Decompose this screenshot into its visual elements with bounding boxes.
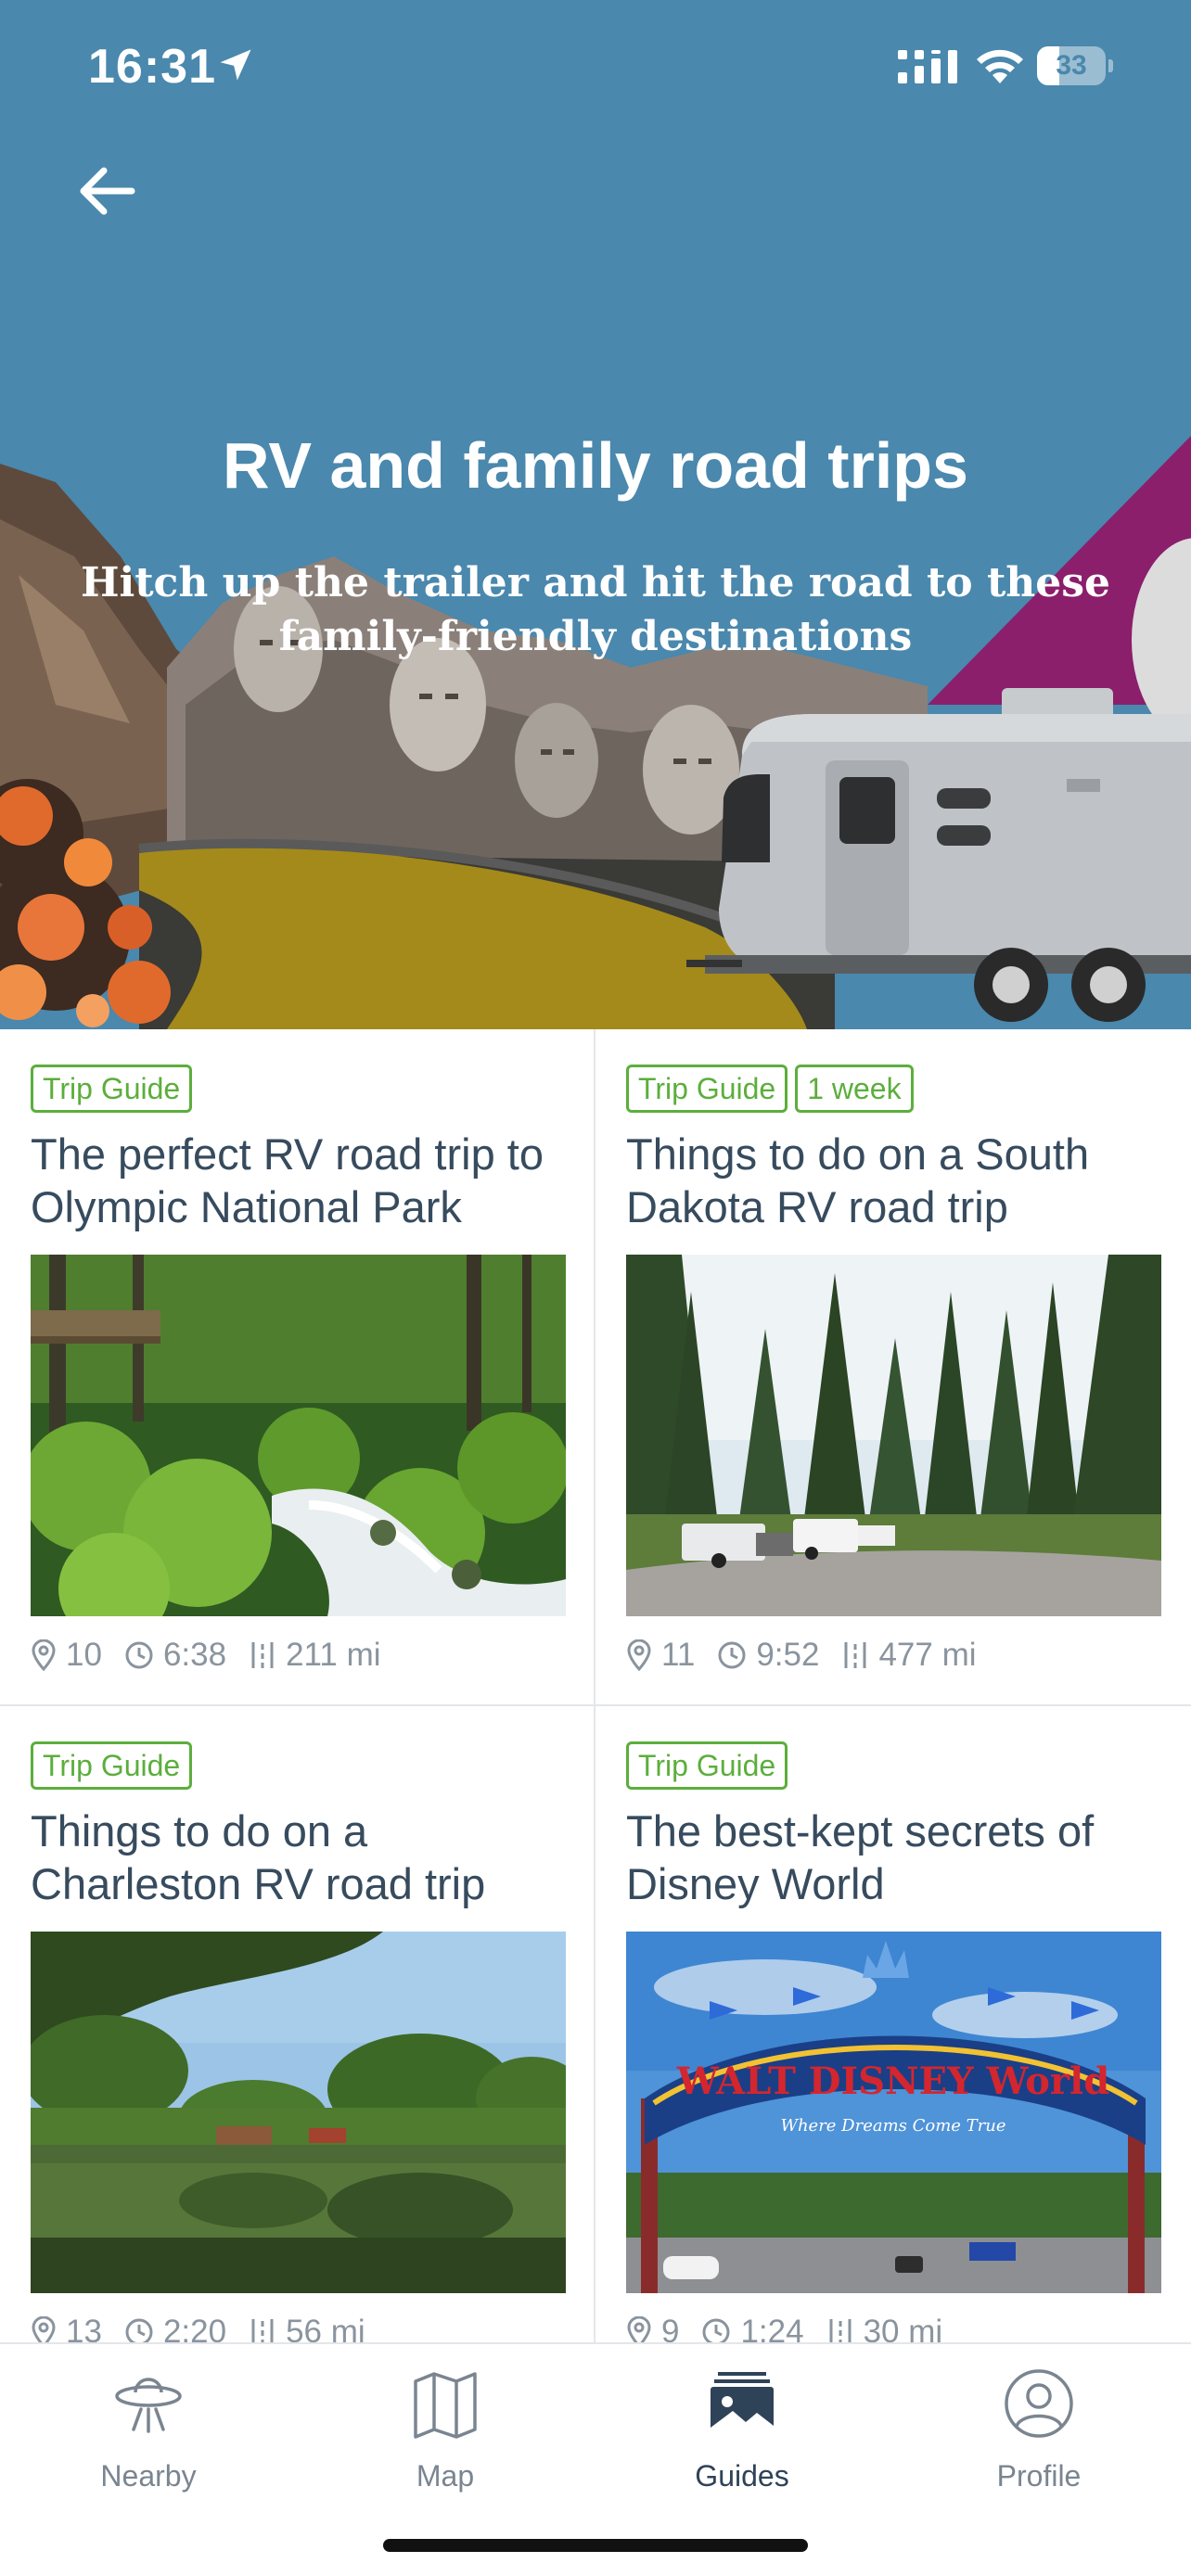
guide-card[interactable]: Trip Guide Things to do on a Charleston … [0, 1706, 596, 2344]
duration-value: 2:20 [162, 2314, 227, 2344]
guides-icon [711, 2372, 774, 2435]
profile-icon [1005, 2369, 1073, 2438]
disney-sign-text: WALT DISNEY World [676, 2060, 1109, 2103]
status-bar: 16:31 33 [0, 0, 1191, 139]
screen: 16:31 33 RV and family road trips Hitch … [0, 0, 1191, 2576]
duration-value: 6:38 [162, 1637, 227, 1673]
guide-card[interactable]: Trip Guide The perfect RV road trip to O… [0, 1029, 596, 1706]
tab-label: Guides [695, 2459, 789, 2493]
page-subtitle: Hitch up the trailer and hit the road to… [80, 559, 1111, 660]
stops-stat: 11 [626, 1637, 695, 1674]
map-icon [414, 2372, 477, 2439]
map-pin-icon [627, 1639, 651, 1671]
status-time: 16:31 [88, 40, 216, 94]
guide-stats: 10 6:38 211 mi [31, 1637, 403, 1674]
pine-campground-image [626, 1255, 1161, 1616]
tag-badge: Trip Guide [31, 1065, 193, 1113]
hero-banner: 16:31 33 RV and family road trips Hitch … [0, 0, 1191, 1029]
duration-stat: 2:20 [124, 2314, 226, 2344]
tag-list: Trip Guide [31, 1741, 193, 1790]
stops-stat: 13 [31, 2314, 102, 2344]
duration-value: 9:52 [756, 1637, 820, 1673]
distance-value: 56 mi [286, 2314, 365, 2344]
duration-stat: 6:38 [124, 1637, 226, 1674]
guide-card[interactable]: Trip Guide 1 week Things to do on a Sout… [596, 1029, 1191, 1706]
road-icon [251, 1642, 274, 1668]
tag-list: Trip Guide [626, 1741, 788, 1790]
stops-stat: 9 [626, 2314, 679, 2344]
map-pin-icon [32, 1639, 56, 1671]
road-icon [844, 1642, 866, 1668]
guide-image: WALT DISNEY World Where Dreams Come True [626, 1932, 1161, 2293]
duration-value: 1:24 [740, 2314, 804, 2344]
clock-icon [125, 2318, 153, 2344]
tab-label: Nearby [100, 2459, 197, 2493]
stops-stat: 10 [31, 1637, 102, 1674]
forest-creek-image [31, 1255, 566, 1616]
distance-stat: 477 mi [841, 1637, 977, 1674]
battery-body: 33 [1037, 46, 1106, 85]
stops-count: 10 [66, 1637, 102, 1673]
lake-reflection-image [31, 1932, 566, 2293]
tag-badge: 1 week [795, 1065, 914, 1113]
tab-label: Map [416, 2459, 475, 2493]
guide-image [626, 1255, 1161, 1616]
distance-stat: 211 mi [249, 1637, 381, 1674]
tag-badge: Trip Guide [626, 1065, 788, 1113]
page-title: RV and family road trips [223, 429, 968, 502]
guide-stats: 13 2:20 56 mi [31, 2314, 388, 2344]
tag-list: Trip Guide [31, 1065, 193, 1113]
tag-badge: Trip Guide [626, 1741, 788, 1790]
arrow-left-icon [80, 167, 135, 215]
disney-sign-tagline: Where Dreams Come True [780, 2116, 1005, 2136]
guide-card[interactable]: Trip Guide The best-kept secrets of Disn… [596, 1706, 1191, 2344]
tab-map[interactable]: Map [343, 2366, 547, 2506]
clock-icon [718, 1641, 746, 1669]
tab-guides[interactable]: Guides [640, 2366, 844, 2506]
location-arrow-icon [220, 49, 251, 81]
tag-badge: Trip Guide [31, 1741, 193, 1790]
road-icon [829, 2319, 852, 2344]
hero-collage-illustration [0, 436, 1191, 1029]
guide-title: The perfect RV road trip to Olympic Nati… [31, 1129, 544, 1231]
guide-stats: 11 9:52 477 mi [626, 1637, 999, 1674]
clock-icon [125, 1641, 153, 1669]
distance-stat: 56 mi [249, 2314, 365, 2344]
back-button[interactable] [65, 158, 148, 224]
stops-count: 11 [661, 1637, 696, 1673]
distance-value: 30 mi [863, 2314, 943, 2344]
map-pin-icon [32, 2316, 56, 2344]
disney-gate-image: WALT DISNEY World Where Dreams Come True [626, 1932, 1161, 2293]
stops-count: 13 [66, 2314, 102, 2344]
duration-stat: 1:24 [701, 2314, 804, 2344]
road-icon [251, 2319, 274, 2344]
guide-title: The best-kept secrets of Disney World [626, 1806, 1095, 1908]
distance-value: 211 mi [286, 1637, 381, 1673]
ufo-icon [115, 2378, 182, 2433]
guide-title: Things to do on a South Dakota RV road t… [626, 1129, 1090, 1231]
guide-grid: Trip Guide The perfect RV road trip to O… [0, 1029, 1191, 2344]
tab-profile[interactable]: Profile [937, 2366, 1141, 2506]
duration-stat: 9:52 [717, 1637, 819, 1674]
guide-stats: 9 1:24 30 mi [626, 2314, 965, 2344]
cellular-signal-icon [898, 50, 957, 83]
distance-value: 477 mi [878, 1637, 977, 1673]
clock-icon [702, 2318, 730, 2344]
battery-cap [1108, 59, 1113, 72]
distance-stat: 30 mi [826, 2314, 943, 2344]
battery-percent: 33 [1056, 50, 1087, 81]
guide-image [31, 1932, 566, 2293]
guide-image [31, 1255, 566, 1616]
home-indicator [383, 2539, 808, 2552]
tag-list: Trip Guide 1 week [626, 1065, 914, 1113]
wifi-icon [977, 49, 1023, 83]
guide-title: Things to do on a Charleston RV road tri… [31, 1806, 486, 1908]
tab-nearby[interactable]: Nearby [46, 2366, 250, 2506]
battery-indicator: 33 [1037, 46, 1113, 85]
map-pin-icon [627, 2316, 651, 2344]
tab-label: Profile [996, 2459, 1082, 2493]
stops-count: 9 [661, 2314, 680, 2344]
